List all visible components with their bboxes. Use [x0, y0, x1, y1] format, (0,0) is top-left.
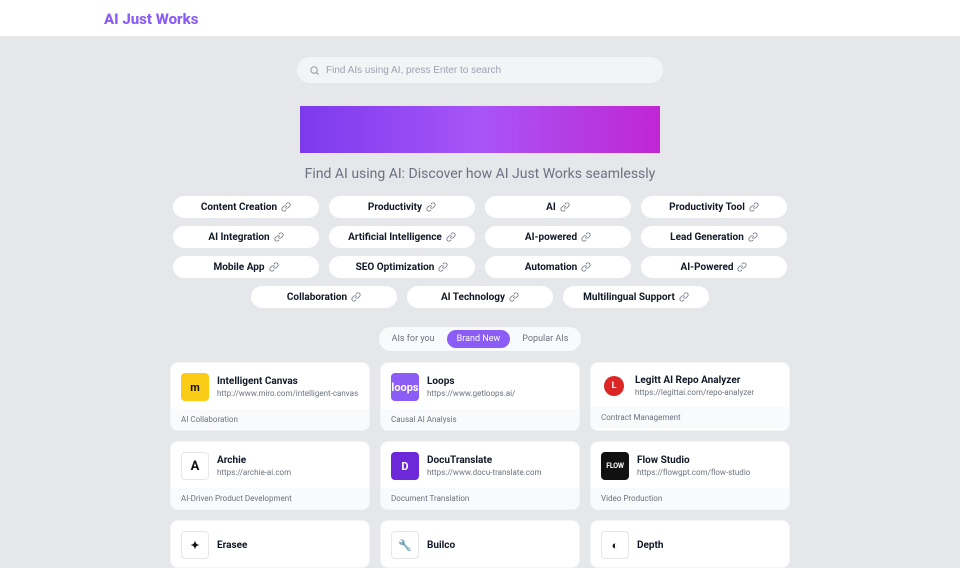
card-url: https://www.getloops.ai/ [427, 389, 515, 398]
card-icon: L [601, 373, 627, 399]
pill-label: Content Creation [201, 202, 277, 213]
link-icon [560, 202, 570, 212]
card-url: https://legittai.com/repo-analyzer [635, 388, 754, 397]
card-url: https://archie-ai.com [217, 468, 291, 477]
card-icon: FLOW [601, 452, 629, 480]
link-icon [509, 292, 519, 302]
link-icon [581, 232, 591, 242]
category-pill[interactable]: Lead Generation [641, 226, 787, 248]
link-icon [749, 202, 759, 212]
ai-card[interactable]: ◐ Depth [590, 520, 790, 568]
category-pill[interactable]: Productivity [329, 196, 475, 218]
card-icon: ✦ [181, 531, 209, 559]
link-icon [274, 232, 284, 242]
category-pills: Content Creation Productivity AI Productivi… [173, 196, 787, 308]
card-title: Builco [427, 540, 455, 551]
pill-label: AI-Powered [681, 262, 734, 273]
category-pill[interactable]: Multilingual Support [563, 286, 709, 308]
pill-label: AI Technology [441, 292, 505, 303]
card-url: https://www.docu-translate.com [427, 468, 542, 477]
brand-logo[interactable]: AI Just Works [104, 10, 960, 28]
cards-grid: m Intelligent Canvas http://www.miro.com/i… [170, 362, 790, 568]
pill-label: Artificial Intelligence [348, 232, 442, 243]
ai-card[interactable]: A Archie https://archie-ai.com AI-Driven Pr… [170, 441, 370, 510]
category-pill[interactable]: AI [485, 196, 631, 218]
tab[interactable]: Popular AIs [512, 330, 578, 348]
category-pill[interactable]: Collaboration [251, 286, 397, 308]
card-category: Video Production [591, 488, 789, 509]
card-icon: A [181, 452, 209, 480]
ai-card[interactable]: L Legitt AI Repo Analyzer https://legittai… [590, 362, 790, 431]
card-category: AI Collaboration [171, 409, 369, 430]
pill-label: SEO Optimization [356, 262, 435, 273]
card-title: DocuTranslate [427, 455, 542, 466]
pill-label: Automation [525, 262, 577, 273]
card-category: Causal AI Analysis [381, 409, 579, 430]
category-pill[interactable]: Content Creation [173, 196, 319, 218]
filter-tabs: AIs for youBrand NewPopular AIs [379, 327, 582, 351]
pill-label: AI [546, 202, 556, 213]
ai-card[interactable]: FLOW Flow Studio https://flowgpt.com/flow-… [590, 441, 790, 510]
category-pill[interactable]: AI-powered [485, 226, 631, 248]
card-title: Flow Studio [637, 455, 750, 466]
link-icon [426, 202, 436, 212]
ai-card[interactable]: ✦ Erasee [170, 520, 370, 568]
card-icon: ◐ [601, 531, 629, 559]
category-pill[interactable]: AI Integration [173, 226, 319, 248]
search-bar[interactable] [296, 56, 664, 84]
card-title: Erasee [217, 540, 247, 551]
link-icon [351, 292, 361, 302]
search-input[interactable] [326, 65, 651, 76]
card-url: https://flowgpt.com/flow-studio [637, 468, 750, 477]
card-title: Archie [217, 455, 291, 466]
link-icon [438, 262, 448, 272]
card-icon: 🔧 [391, 531, 419, 559]
card-title: Loops [427, 376, 515, 387]
category-pill[interactable]: Mobile App [173, 256, 319, 278]
ai-card[interactable]: m Intelligent Canvas http://www.miro.com/i… [170, 362, 370, 431]
card-category: Contract Management [591, 407, 789, 428]
link-icon [737, 262, 747, 272]
category-pill[interactable]: SEO Optimization [329, 256, 475, 278]
category-pill[interactable]: AI Technology [407, 286, 553, 308]
header: AI Just Works [0, 0, 960, 36]
card-icon: D [391, 452, 419, 480]
card-url: http://www.miro.com/intelligent-canvas [217, 389, 358, 398]
card-icon: loops [391, 373, 419, 401]
pill-label: AI Integration [208, 232, 269, 243]
link-icon [446, 232, 456, 242]
tab[interactable]: AIs for you [382, 330, 445, 348]
link-icon [281, 202, 291, 212]
card-icon: m [181, 373, 209, 401]
link-icon [748, 232, 758, 242]
link-icon [581, 262, 591, 272]
tagline: Find AI using AI: Discover how AI Just W… [305, 166, 656, 182]
link-icon [269, 262, 279, 272]
category-pill[interactable]: AI-Powered [641, 256, 787, 278]
category-pill[interactable]: Artificial Intelligence [329, 226, 475, 248]
card-title: Intelligent Canvas [217, 376, 358, 387]
pill-label: Collaboration [287, 292, 347, 303]
pill-label: Lead Generation [670, 232, 744, 243]
card-title: Legitt AI Repo Analyzer [635, 375, 754, 386]
ai-card[interactable]: D DocuTranslate https://www.docu-translate… [380, 441, 580, 510]
pill-label: Productivity Tool [669, 202, 745, 213]
pill-label: AI-powered [525, 232, 577, 243]
search-icon [309, 65, 320, 76]
link-icon [679, 292, 689, 302]
category-pill[interactable]: Productivity Tool [641, 196, 787, 218]
pill-label: Productivity [368, 202, 422, 213]
card-category: AI-Driven Product Development [171, 488, 369, 509]
category-pill[interactable]: Automation [485, 256, 631, 278]
main-content: Find AI using AI: Discover how AI Just W… [0, 36, 960, 568]
ai-card[interactable]: 🔧 Builco [380, 520, 580, 568]
hero-banner [300, 106, 660, 153]
ai-card[interactable]: loops Loops https://www.getloops.ai/Causal… [380, 362, 580, 431]
pill-label: Multilingual Support [583, 292, 675, 303]
tab[interactable]: Brand New [447, 330, 511, 348]
card-category: Document Translation [381, 488, 579, 509]
pill-label: Mobile App [213, 262, 264, 273]
card-title: Depth [637, 540, 664, 551]
